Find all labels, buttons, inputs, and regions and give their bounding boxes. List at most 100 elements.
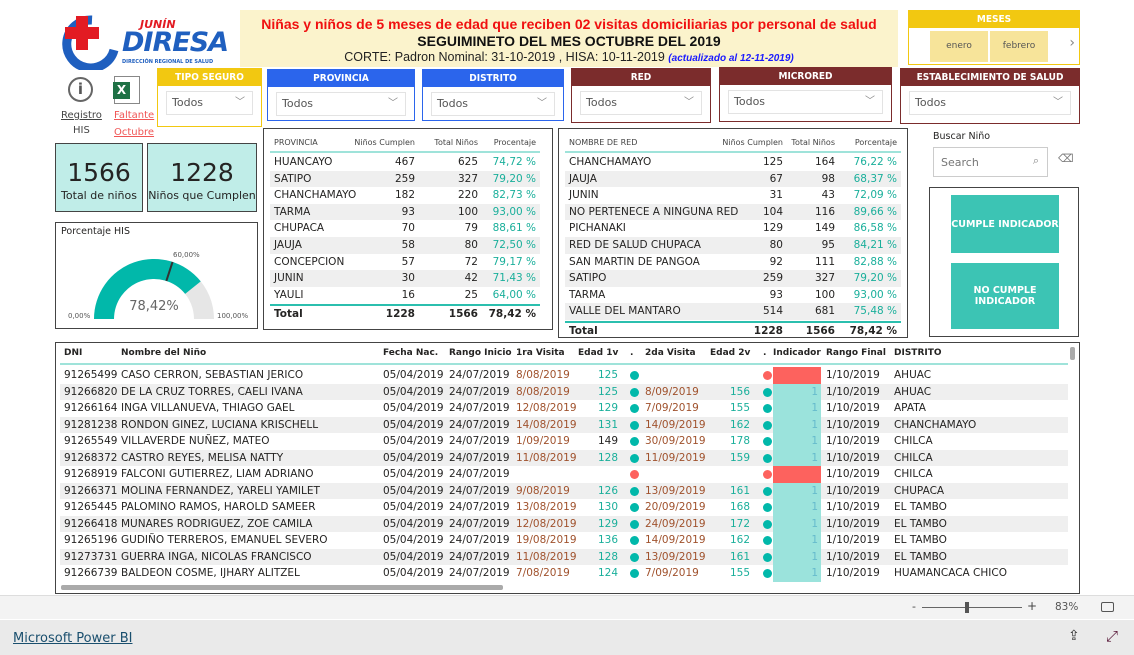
age-1v-cell: 149 <box>597 435 618 447</box>
status-ok-icon <box>763 437 772 446</box>
name-cell: CHUPACA <box>274 222 325 235</box>
name-cell: YAULI <box>274 288 304 301</box>
red-dropdown[interactable]: Todos ﹀ <box>580 91 702 115</box>
search-icon[interactable]: ⌕ <box>1033 154 1039 168</box>
fit-to-page-icon[interactable] <box>1101 602 1114 612</box>
column-header[interactable]: 1ra Visita <box>516 345 565 362</box>
range-end-cell: 1/10/2019 <box>826 435 880 447</box>
cumple-indicador-button[interactable]: CUMPLE INDICADOR <box>951 195 1059 253</box>
first-visit-cell: 13/08/2019 <box>516 501 577 513</box>
zoom-in-button[interactable]: + <box>1027 599 1037 613</box>
status-ok-icon <box>630 503 639 512</box>
dropdown-value: Todos <box>282 97 314 110</box>
table-row: SAN MARTIN DE PANGOA 92 111 82,88 % <box>565 254 901 271</box>
excel-icon[interactable]: X <box>113 76 140 104</box>
name-cell: TARMA <box>569 288 606 301</box>
total-cell: 100 <box>457 205 478 218</box>
chevron-down-icon: ﹀ <box>537 98 547 109</box>
column-header[interactable]: NOMBRE DE RED <box>569 135 637 152</box>
range-end-cell: 1/10/2019 <box>826 534 880 546</box>
column-header[interactable]: . <box>630 345 633 362</box>
column-header[interactable]: Total Niños <box>434 135 478 152</box>
column-header[interactable]: Edad 1v <box>578 345 618 362</box>
total-cell: 111 <box>814 255 835 268</box>
fullscreen-icon[interactable]: ⤢ <box>1106 627 1118 645</box>
chevron-right-icon[interactable]: › <box>1069 35 1075 51</box>
column-header[interactable]: Niños Cumplen <box>722 135 783 152</box>
name-cell: RED DE SALUD CHUPACA <box>569 239 701 251</box>
name-cell: GUDIÑO TERREROS, EMANUEL SEVERO <box>121 534 328 546</box>
his-label: HIS <box>73 125 90 136</box>
dni-cell: 91266418 <box>64 517 118 530</box>
provincia-dropdown[interactable]: Todos ﹀ <box>276 92 406 116</box>
table-row: 1 91266418 MUNARES RODRIGUEZ, ZOE CAMILA 05… <box>60 515 1068 532</box>
vertical-scrollbar[interactable] <box>1070 347 1075 360</box>
column-header[interactable]: Porcentaje <box>855 135 897 152</box>
column-header[interactable]: Nombre del Niño <box>121 345 206 362</box>
district-cell: EL TAMBO <box>894 501 947 513</box>
total-cell: 98 <box>821 172 835 185</box>
search-input[interactable] <box>941 156 1026 169</box>
zoom-slider[interactable] <box>922 602 1022 613</box>
chevron-down-icon: ﹀ <box>684 97 694 108</box>
distrito-dropdown[interactable]: Todos ﹀ <box>431 92 555 116</box>
name-cell: HUANCAYO <box>274 156 333 168</box>
column-header[interactable]: DISTRITO <box>894 345 942 362</box>
info-icon[interactable]: i <box>68 77 93 102</box>
total-cell: 42 <box>464 272 478 285</box>
indicator-cell: 1 <box>773 532 821 549</box>
tipo-seguro-dropdown[interactable]: Todos ﹀ <box>166 91 253 115</box>
establecimiento-title: ESTABLECIMIENTO DE SALUD <box>901 69 1079 86</box>
status-ok-icon <box>763 536 772 545</box>
district-cell: AHUAC <box>894 385 932 398</box>
birth-date-cell: 05/04/2019 <box>383 501 444 513</box>
status-ok-icon <box>630 486 639 496</box>
total-cell: Total <box>569 325 598 337</box>
column-header[interactable]: Procentaje <box>494 135 536 152</box>
zoom-slider-thumb[interactable] <box>965 602 969 613</box>
search-box[interactable]: ⌕ <box>933 147 1048 177</box>
microred-dropdown[interactable]: Todos ﹀ <box>728 90 883 114</box>
range-start-cell: 24/07/2019 <box>449 550 510 563</box>
faltante-link[interactable]: Faltante <box>114 110 154 121</box>
registro-link[interactable]: Registro <box>61 110 102 121</box>
second-visit-cell: 7/09/2019 <box>645 567 699 579</box>
red-table: NOMBRE DE RED Niños Cumplen Total Niños Por… <box>558 128 908 338</box>
column-header[interactable]: Indicador <box>773 345 821 362</box>
column-header[interactable]: . <box>763 345 766 362</box>
no-cumple-indicador-button[interactable]: NO CUMPLE INDICADOR <box>951 263 1059 329</box>
birth-date-cell: 05/04/2019 <box>383 418 444 431</box>
column-header[interactable]: Edad 2v <box>710 345 750 362</box>
column-header[interactable]: PROVINCIA <box>274 135 318 152</box>
share-icon[interactable]: ⇪ <box>1068 628 1080 644</box>
district-cell: EL TAMBO <box>894 550 947 563</box>
octubre-link[interactable]: Octubre <box>114 127 154 138</box>
column-header[interactable]: Total Niños <box>791 135 835 152</box>
total-cell: Total <box>274 308 303 321</box>
horizontal-scrollbar[interactable] <box>61 585 503 590</box>
dropdown-value: Todos <box>915 96 947 109</box>
eraser-icon[interactable]: ⌫ <box>1058 152 1074 165</box>
month-febrero[interactable]: febrero <box>990 31 1048 62</box>
column-header[interactable]: Rango Final <box>826 345 886 362</box>
status-fail-icon <box>763 371 772 380</box>
percent-cell: 84,21 % <box>853 239 897 251</box>
age-2v-cell: 155 <box>729 402 750 414</box>
column-header[interactable]: 2da Visita <box>645 345 696 362</box>
column-header[interactable]: Fecha Nac. <box>383 345 438 362</box>
table-row: 1 91266739 BALDEON COSME, IJHARY ALITZEL 05… <box>60 565 1068 582</box>
zoom-out-button[interactable]: - <box>912 600 916 613</box>
first-visit-cell: 14/08/2019 <box>516 418 577 431</box>
district-cell: AHUAC <box>894 369 932 381</box>
month-enero[interactable]: enero <box>930 31 988 62</box>
red-slicer: RED Todos ﹀ <box>571 68 711 123</box>
column-header[interactable]: Rango Inicio <box>449 345 512 362</box>
total-cell: 78,42 % <box>849 325 897 337</box>
second-visit-cell: 7/09/2019 <box>645 402 699 414</box>
power-bi-link[interactable]: Microsoft Power BI <box>13 631 132 646</box>
column-header[interactable]: Niños Cumplen <box>354 135 415 152</box>
column-header[interactable]: DNI <box>64 345 82 362</box>
establecimiento-dropdown[interactable]: Todos ﹀ <box>909 91 1071 115</box>
status-ok-icon <box>630 552 639 562</box>
report-cutoff: CORTE: Padron Nominal: 31-10-2019 , HISA… <box>240 50 898 64</box>
